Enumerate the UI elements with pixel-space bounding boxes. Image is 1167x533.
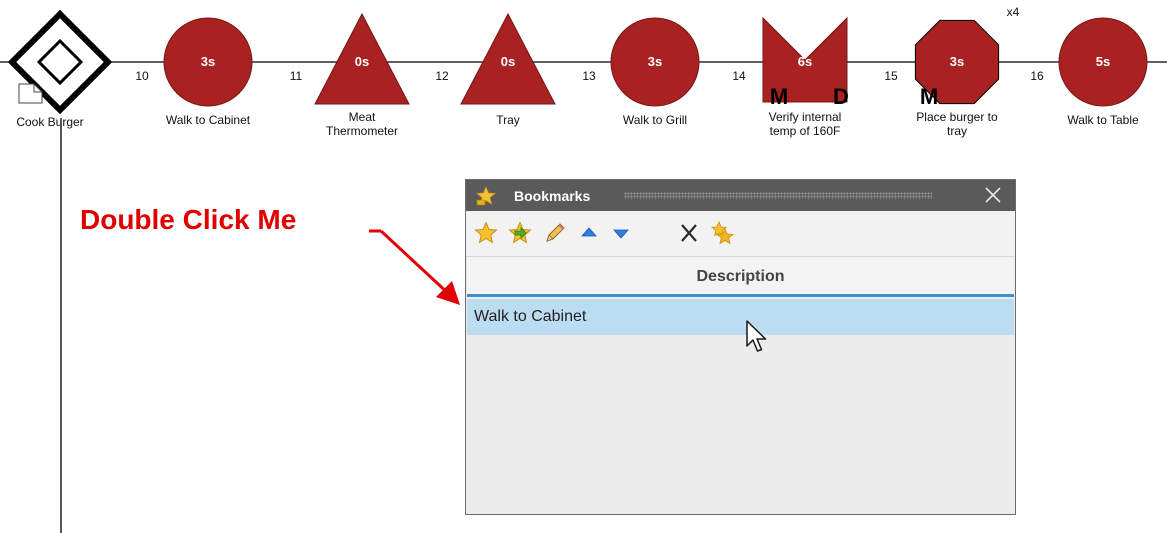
step-time: 0s — [501, 54, 515, 69]
bookmarks-toolbar — [466, 211, 1015, 257]
step-time: 5s — [1096, 54, 1110, 69]
double-click-annotation: Double Click Me — [80, 204, 297, 235]
titlebar-grip — [624, 192, 932, 199]
step-number: 13 — [582, 69, 596, 83]
annotation-arrow — [369, 229, 460, 305]
move-down-button[interactable] — [609, 221, 633, 245]
stars-icon — [710, 221, 734, 245]
bookmark-row[interactable]: Walk to Cabinet — [467, 299, 1014, 335]
bookmarks-title: Bookmarks — [514, 188, 591, 204]
add-bookmark-button[interactable] — [474, 221, 498, 245]
motion-marker: M — [920, 84, 938, 109]
step-label: Verify internal — [769, 110, 842, 124]
step-label-line2: temp of 160F — [770, 124, 841, 138]
step-time: 0s — [355, 54, 369, 69]
edit-bookmark-button[interactable] — [543, 221, 567, 245]
bookmarks-list: Description Walk to Cabinet — [467, 257, 1014, 513]
step-number: 11 — [290, 69, 303, 83]
arrow-up-icon — [581, 227, 597, 237]
step-label: Place burger to — [916, 110, 998, 124]
step-time: 3s — [201, 54, 215, 69]
step-label: Walk to Cabinet — [166, 113, 251, 127]
mouse-cursor-icon — [746, 320, 767, 352]
process-step-16[interactable]: 5s 16 Walk to Table — [1030, 17, 1148, 127]
start-node[interactable]: Cook Burger — [7, 9, 113, 129]
star-go-icon — [508, 221, 532, 244]
move-up-button[interactable] — [577, 221, 601, 245]
close-icon[interactable] — [983, 185, 1003, 205]
star-icon — [474, 221, 498, 244]
step-label-line2: tray — [947, 124, 967, 138]
step-number: 15 — [884, 69, 898, 83]
step-label: Walk to Grill — [623, 113, 687, 127]
process-steps: 3s10Walk to Cabinet0s11MeatThermometer0s… — [135, 5, 1148, 138]
bookmarks-titlebar[interactable]: Bookmarks — [466, 180, 1015, 211]
star-icon — [476, 186, 496, 206]
arrow-down-icon — [613, 229, 629, 239]
bookmark-all-button[interactable] — [710, 221, 734, 245]
column-header-description[interactable]: Description — [467, 257, 1014, 297]
step-number: 14 — [732, 69, 746, 83]
motion-marker: M — [770, 84, 788, 109]
step-time: 6s — [798, 54, 812, 69]
pencil-icon — [546, 223, 565, 242]
step-number: 16 — [1030, 69, 1044, 83]
bookmark-row-label: Walk to Cabinet — [474, 308, 587, 325]
process-step-10[interactable]: 3s 10 Walk to Cabinet — [135, 17, 253, 127]
step-label-line2: Thermometer — [326, 124, 398, 138]
start-label: Cook Burger — [16, 115, 83, 129]
step-label: Tray — [496, 113, 520, 127]
step-time: 3s — [950, 54, 964, 69]
column-header-label: Description — [696, 268, 785, 285]
step-number: 10 — [135, 69, 149, 83]
step-number: 12 — [435, 69, 449, 83]
process-step-15[interactable]: 3s 15 MPlace burger totray — [884, 19, 1000, 138]
step-label: Walk to Table — [1067, 113, 1139, 127]
bookmarks-window: Bookmarks Description Walk to Cabinet — [465, 179, 1016, 515]
go-to-bookmark-button[interactable] — [508, 221, 532, 245]
delete-icon — [681, 224, 697, 242]
repeat-badge: x4 — [1007, 5, 1020, 19]
process-step-14[interactable]: 6s 14 M DVerify internaltemp of 160F — [732, 16, 849, 138]
screen: Cook Burger 3s 10 Walk to Cabinet 0s 11 Meat T… — [0, 0, 1167, 533]
delete-bookmark-button[interactable] — [677, 221, 701, 245]
process-step-13[interactable]: 3s 13 Walk to Grill — [582, 17, 700, 127]
process-step-12[interactable]: 0s 12 Tray — [435, 12, 556, 127]
delay-marker: D — [833, 84, 849, 109]
process-step-11[interactable]: 0s 11 MeatThermometer — [290, 12, 410, 138]
step-time: 3s — [648, 54, 662, 69]
step-label: Meat — [349, 110, 376, 124]
